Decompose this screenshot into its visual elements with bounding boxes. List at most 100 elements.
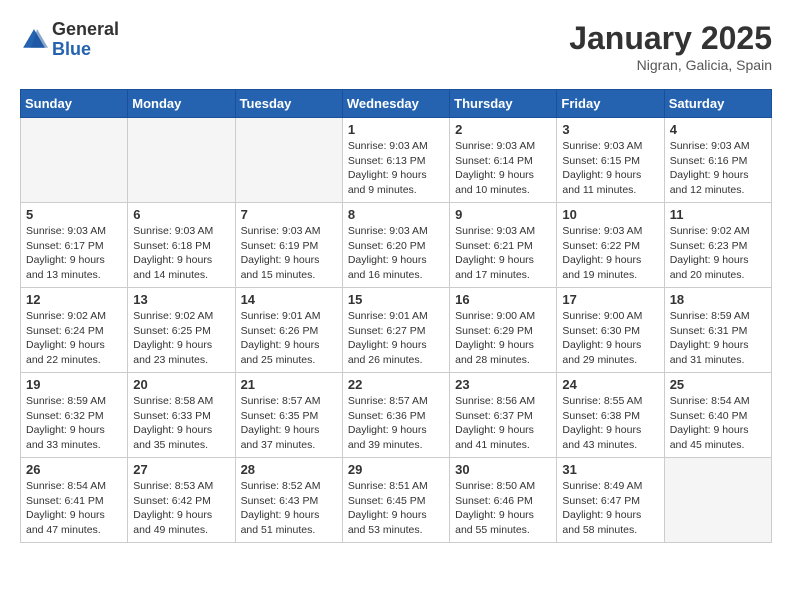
- calendar-cell: 9 Sunrise: 9:03 AMSunset: 6:21 PMDaylight…: [450, 203, 557, 288]
- cell-info: Sunrise: 8:58 AMSunset: 6:33 PMDaylight:…: [133, 394, 229, 453]
- month-title: January 2025: [569, 20, 772, 57]
- cell-info: Sunrise: 8:54 AMSunset: 6:41 PMDaylight:…: [26, 479, 122, 538]
- weekday-header: Saturday: [664, 90, 771, 118]
- logo-blue: Blue: [52, 40, 119, 60]
- day-number: 21: [241, 377, 337, 392]
- calendar-cell: 6 Sunrise: 9:03 AMSunset: 6:18 PMDaylight…: [128, 203, 235, 288]
- cell-info: Sunrise: 8:54 AMSunset: 6:40 PMDaylight:…: [670, 394, 766, 453]
- cell-info: Sunrise: 9:02 AMSunset: 6:23 PMDaylight:…: [670, 224, 766, 283]
- calendar-cell: 30 Sunrise: 8:50 AMSunset: 6:46 PMDayligh…: [450, 458, 557, 543]
- weekday-header: Tuesday: [235, 90, 342, 118]
- calendar-week-row: 26Sunrise: 8:54 AMSunset: 6:41 PMDayligh…: [21, 458, 772, 543]
- calendar-body: 1Sunrise: 9:03 AMSunset: 6:13 PMDaylight…: [21, 118, 772, 543]
- calendar-cell: 7 Sunrise: 9:03 AMSunset: 6:19 PMDaylight…: [235, 203, 342, 288]
- day-number: 10: [562, 207, 658, 222]
- calendar-cell: 8Sunrise: 9:03 AMSunset: 6:20 PMDaylight…: [342, 203, 449, 288]
- calendar-cell: 22 Sunrise: 8:57 AMSunset: 6:36 PMDayligh…: [342, 373, 449, 458]
- cell-info: Sunrise: 8:50 AMSunset: 6:46 PMDaylight:…: [455, 479, 551, 538]
- day-number: 20: [133, 377, 229, 392]
- cell-info: Sunrise: 8:56 AMSunset: 6:37 PMDaylight:…: [455, 394, 551, 453]
- day-number: 9: [455, 207, 551, 222]
- day-number: 23: [455, 377, 551, 392]
- day-number: 3: [562, 122, 658, 137]
- title-block: January 2025 Nigran, Galicia, Spain: [569, 20, 772, 73]
- location: Nigran, Galicia, Spain: [569, 57, 772, 73]
- weekday-header: Wednesday: [342, 90, 449, 118]
- cell-info: Sunrise: 8:53 AMSunset: 6:42 PMDaylight:…: [133, 479, 229, 538]
- calendar-cell: 11 Sunrise: 9:02 AMSunset: 6:23 PMDayligh…: [664, 203, 771, 288]
- calendar-cell: 31Sunrise: 8:49 AMSunset: 6:47 PMDayligh…: [557, 458, 664, 543]
- day-number: 11: [670, 207, 766, 222]
- calendar-cell: 10 Sunrise: 9:03 AMSunset: 6:22 PMDayligh…: [557, 203, 664, 288]
- calendar-cell: 24Sunrise: 8:55 AMSunset: 6:38 PMDayligh…: [557, 373, 664, 458]
- cell-info: Sunrise: 9:03 AMSunset: 6:18 PMDaylight:…: [133, 224, 229, 283]
- day-number: 12: [26, 292, 122, 307]
- calendar-cell: [235, 118, 342, 203]
- cell-info: Sunrise: 8:52 AMSunset: 6:43 PMDaylight:…: [241, 479, 337, 538]
- cell-info: Sunrise: 9:02 AMSunset: 6:24 PMDaylight:…: [26, 309, 122, 368]
- calendar-cell: 27 Sunrise: 8:53 AMSunset: 6:42 PMDayligh…: [128, 458, 235, 543]
- day-number: 17: [562, 292, 658, 307]
- calendar: SundayMondayTuesdayWednesdayThursdayFrid…: [20, 89, 772, 543]
- calendar-cell: 15 Sunrise: 9:01 AMSunset: 6:27 PMDayligh…: [342, 288, 449, 373]
- day-number: 16: [455, 292, 551, 307]
- logo: General Blue: [20, 20, 119, 60]
- cell-info: Sunrise: 8:59 AMSunset: 6:31 PMDaylight:…: [670, 309, 766, 368]
- day-number: 5: [26, 207, 122, 222]
- calendar-cell: 21 Sunrise: 8:57 AMSunset: 6:35 PMDayligh…: [235, 373, 342, 458]
- day-number: 29: [348, 462, 444, 477]
- cell-info: Sunrise: 8:57 AMSunset: 6:35 PMDaylight:…: [241, 394, 337, 453]
- cell-info: Sunrise: 9:01 AMSunset: 6:26 PMDaylight:…: [241, 309, 337, 368]
- calendar-cell: 3 Sunrise: 9:03 AMSunset: 6:15 PMDaylight…: [557, 118, 664, 203]
- calendar-cell: 4Sunrise: 9:03 AMSunset: 6:16 PMDaylight…: [664, 118, 771, 203]
- cell-info: Sunrise: 9:02 AMSunset: 6:25 PMDaylight:…: [133, 309, 229, 368]
- day-number: 6: [133, 207, 229, 222]
- day-number: 19: [26, 377, 122, 392]
- day-number: 13: [133, 292, 229, 307]
- calendar-header: SundayMondayTuesdayWednesdayThursdayFrid…: [21, 90, 772, 118]
- calendar-cell: 29 Sunrise: 8:51 AMSunset: 6:45 PMDayligh…: [342, 458, 449, 543]
- cell-info: Sunrise: 9:03 AMSunset: 6:14 PMDaylight:…: [455, 139, 551, 198]
- logo-text: General Blue: [52, 20, 119, 60]
- cell-info: Sunrise: 8:49 AMSunset: 6:47 PMDaylight:…: [562, 479, 658, 538]
- calendar-cell: 17Sunrise: 9:00 AMSunset: 6:30 PMDayligh…: [557, 288, 664, 373]
- weekday-row: SundayMondayTuesdayWednesdayThursdayFrid…: [21, 90, 772, 118]
- day-number: 27: [133, 462, 229, 477]
- day-number: 18: [670, 292, 766, 307]
- weekday-header: Monday: [128, 90, 235, 118]
- day-number: 30: [455, 462, 551, 477]
- cell-info: Sunrise: 8:59 AMSunset: 6:32 PMDaylight:…: [26, 394, 122, 453]
- calendar-cell: 18 Sunrise: 8:59 AMSunset: 6:31 PMDayligh…: [664, 288, 771, 373]
- day-number: 8: [348, 207, 444, 222]
- day-number: 1: [348, 122, 444, 137]
- cell-info: Sunrise: 9:03 AMSunset: 6:19 PMDaylight:…: [241, 224, 337, 283]
- calendar-cell: [21, 118, 128, 203]
- calendar-cell: [664, 458, 771, 543]
- calendar-cell: 23 Sunrise: 8:56 AMSunset: 6:37 PMDayligh…: [450, 373, 557, 458]
- calendar-cell: 26Sunrise: 8:54 AMSunset: 6:41 PMDayligh…: [21, 458, 128, 543]
- calendar-week-row: 12 Sunrise: 9:02 AMSunset: 6:24 PMDayligh…: [21, 288, 772, 373]
- cell-info: Sunrise: 9:03 AMSunset: 6:21 PMDaylight:…: [455, 224, 551, 283]
- day-number: 22: [348, 377, 444, 392]
- cell-info: Sunrise: 9:03 AMSunset: 6:15 PMDaylight:…: [562, 139, 658, 198]
- calendar-cell: 14Sunrise: 9:01 AMSunset: 6:26 PMDayligh…: [235, 288, 342, 373]
- day-number: 25: [670, 377, 766, 392]
- calendar-week-row: 1Sunrise: 9:03 AMSunset: 6:13 PMDaylight…: [21, 118, 772, 203]
- day-number: 28: [241, 462, 337, 477]
- cell-info: Sunrise: 8:51 AMSunset: 6:45 PMDaylight:…: [348, 479, 444, 538]
- weekday-header: Friday: [557, 90, 664, 118]
- weekday-header: Thursday: [450, 90, 557, 118]
- calendar-week-row: 19 Sunrise: 8:59 AMSunset: 6:32 PMDayligh…: [21, 373, 772, 458]
- cell-info: Sunrise: 8:57 AMSunset: 6:36 PMDaylight:…: [348, 394, 444, 453]
- cell-info: Sunrise: 9:03 AMSunset: 6:16 PMDaylight:…: [670, 139, 766, 198]
- calendar-cell: 25 Sunrise: 8:54 AMSunset: 6:40 PMDayligh…: [664, 373, 771, 458]
- cell-info: Sunrise: 9:01 AMSunset: 6:27 PMDaylight:…: [348, 309, 444, 368]
- logo-icon: [20, 26, 48, 54]
- cell-info: Sunrise: 9:00 AMSunset: 6:29 PMDaylight:…: [455, 309, 551, 368]
- day-number: 7: [241, 207, 337, 222]
- day-number: 15: [348, 292, 444, 307]
- calendar-cell: 12 Sunrise: 9:02 AMSunset: 6:24 PMDayligh…: [21, 288, 128, 373]
- logo-general: General: [52, 20, 119, 40]
- cell-info: Sunrise: 9:03 AMSunset: 6:22 PMDaylight:…: [562, 224, 658, 283]
- calendar-cell: 1Sunrise: 9:03 AMSunset: 6:13 PMDaylight…: [342, 118, 449, 203]
